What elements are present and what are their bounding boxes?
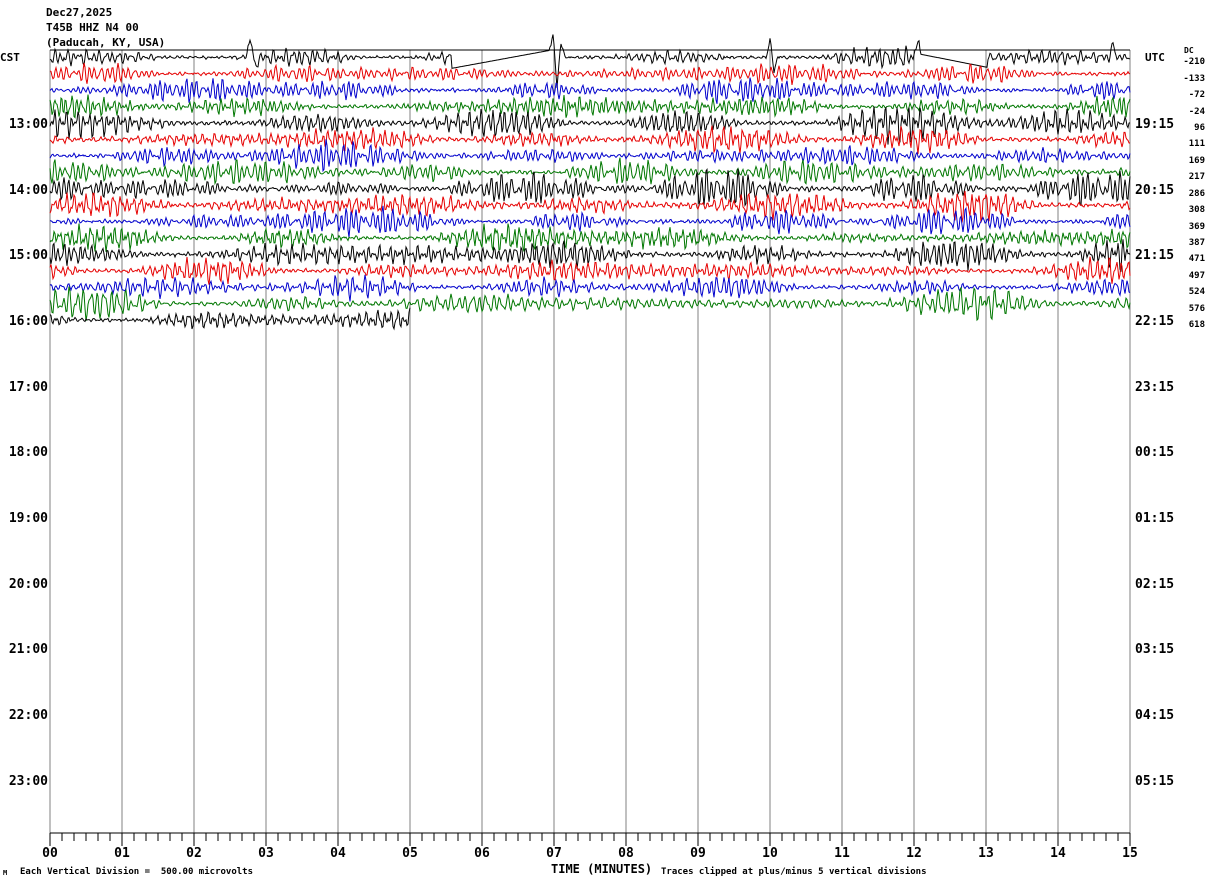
- utc-hour-label: 23:15: [1135, 380, 1175, 395]
- x-tick-label: 14: [1050, 846, 1066, 861]
- helicorder-screen: Dec27,2025 T45B HHZ N4 00 (Paducah, KY, …: [0, 0, 1210, 886]
- cst-hour-label: 23:00: [8, 774, 48, 789]
- x-axis-title: TIME (MINUTES): [551, 862, 653, 876]
- seismic-trace: [49, 157, 1131, 186]
- seismic-trace: [49, 307, 411, 331]
- dc-offset-value: -24: [1188, 106, 1205, 117]
- cst-hour-label: 14:00: [8, 183, 48, 198]
- x-tick-label: 02: [186, 846, 202, 861]
- dc-offset-value: 217: [1188, 172, 1205, 183]
- utc-hour-label: 05:15: [1135, 774, 1175, 789]
- x-tick-label: 01: [114, 846, 130, 861]
- x-tick-label: 03: [258, 846, 274, 861]
- x-tick-label: 00: [42, 846, 58, 861]
- x-tick-label: 10: [762, 846, 778, 861]
- cst-hour-label: 22:00: [8, 708, 48, 723]
- seismic-trace: [49, 274, 1131, 302]
- x-tick-label: 13: [978, 846, 994, 861]
- cst-hour-label: 13:00: [8, 117, 48, 132]
- dc-offset-value: 169: [1188, 155, 1205, 166]
- dc-offset-value: 286: [1188, 188, 1205, 199]
- utc-hour-label: 02:15: [1135, 577, 1175, 592]
- x-tick-label: 15: [1122, 846, 1138, 861]
- title-location: (Paducah, KY, USA): [46, 36, 166, 49]
- utc-hour-label: 03:15: [1135, 642, 1175, 657]
- seismic-trace: [49, 168, 1131, 207]
- x-tick-label: 07: [546, 846, 562, 861]
- seismic-trace: [49, 62, 1131, 85]
- x-tick-label: 12: [906, 846, 922, 861]
- dc-offset-value: 524: [1188, 287, 1205, 298]
- utc-hour-label: 04:15: [1135, 708, 1175, 723]
- cst-hour-label: 15:00: [8, 248, 48, 263]
- dc-offset-value: 96: [1194, 123, 1205, 133]
- seismic-trace: [49, 286, 1131, 322]
- seismic-trace: [49, 125, 1131, 154]
- cst-hour-label: 20:00: [8, 577, 48, 592]
- left-timezone-label: CST: [0, 51, 20, 64]
- dc-offset-value: 471: [1188, 254, 1205, 265]
- x-tick-label: 05: [402, 846, 418, 861]
- cst-hour-label: 17:00: [8, 380, 48, 395]
- dc-offset-value: 111: [1188, 139, 1205, 150]
- seismic-trace: [49, 205, 1131, 238]
- x-tick-label: 09: [690, 846, 706, 861]
- dc-offset-value: 387: [1188, 237, 1205, 248]
- dc-offset-value: 308: [1188, 205, 1205, 216]
- utc-hour-label: 00:15: [1135, 445, 1175, 460]
- dc-column-header: DC: [1184, 46, 1194, 55]
- seismogram-plot: [49, 34, 1131, 846]
- dc-offset-value: -72: [1188, 90, 1205, 101]
- clip-note: Traces clipped at plus/minus 5 vertical …: [661, 867, 927, 877]
- scale-note: Each Vertical Division = 500.00 microvol…: [20, 867, 253, 877]
- logo-mark: M: [3, 869, 8, 877]
- seismic-trace: [49, 256, 1131, 285]
- dc-offset-value: 497: [1188, 270, 1205, 281]
- dc-offset-value: 618: [1188, 320, 1205, 330]
- x-tick-label: 06: [474, 846, 490, 861]
- title-station: T45B HHZ N4 00: [46, 21, 139, 34]
- seismic-trace: [49, 94, 1131, 119]
- cst-hour-label: 16:00: [8, 314, 48, 329]
- seismic-trace: [49, 190, 1131, 223]
- dc-offset-value: 369: [1188, 221, 1205, 232]
- utc-hour-label: 01:15: [1135, 511, 1175, 526]
- cst-hour-label: 19:00: [8, 511, 48, 526]
- title-date: Dec27,2025: [46, 6, 113, 19]
- x-tick-label: 04: [330, 846, 346, 861]
- title-block: Dec27,2025 T45B HHZ N4 00 (Paducah, KY, …: [46, 5, 165, 50]
- dc-offset-value: -133: [1183, 73, 1205, 84]
- cst-hour-label: 21:00: [8, 642, 48, 657]
- x-tick-label: 08: [618, 846, 634, 861]
- dc-offset-value: 576: [1188, 303, 1205, 314]
- cst-hour-label: 18:00: [8, 445, 48, 460]
- dc-offset-value: -210: [1183, 57, 1205, 68]
- x-tick-label: 11: [834, 846, 850, 861]
